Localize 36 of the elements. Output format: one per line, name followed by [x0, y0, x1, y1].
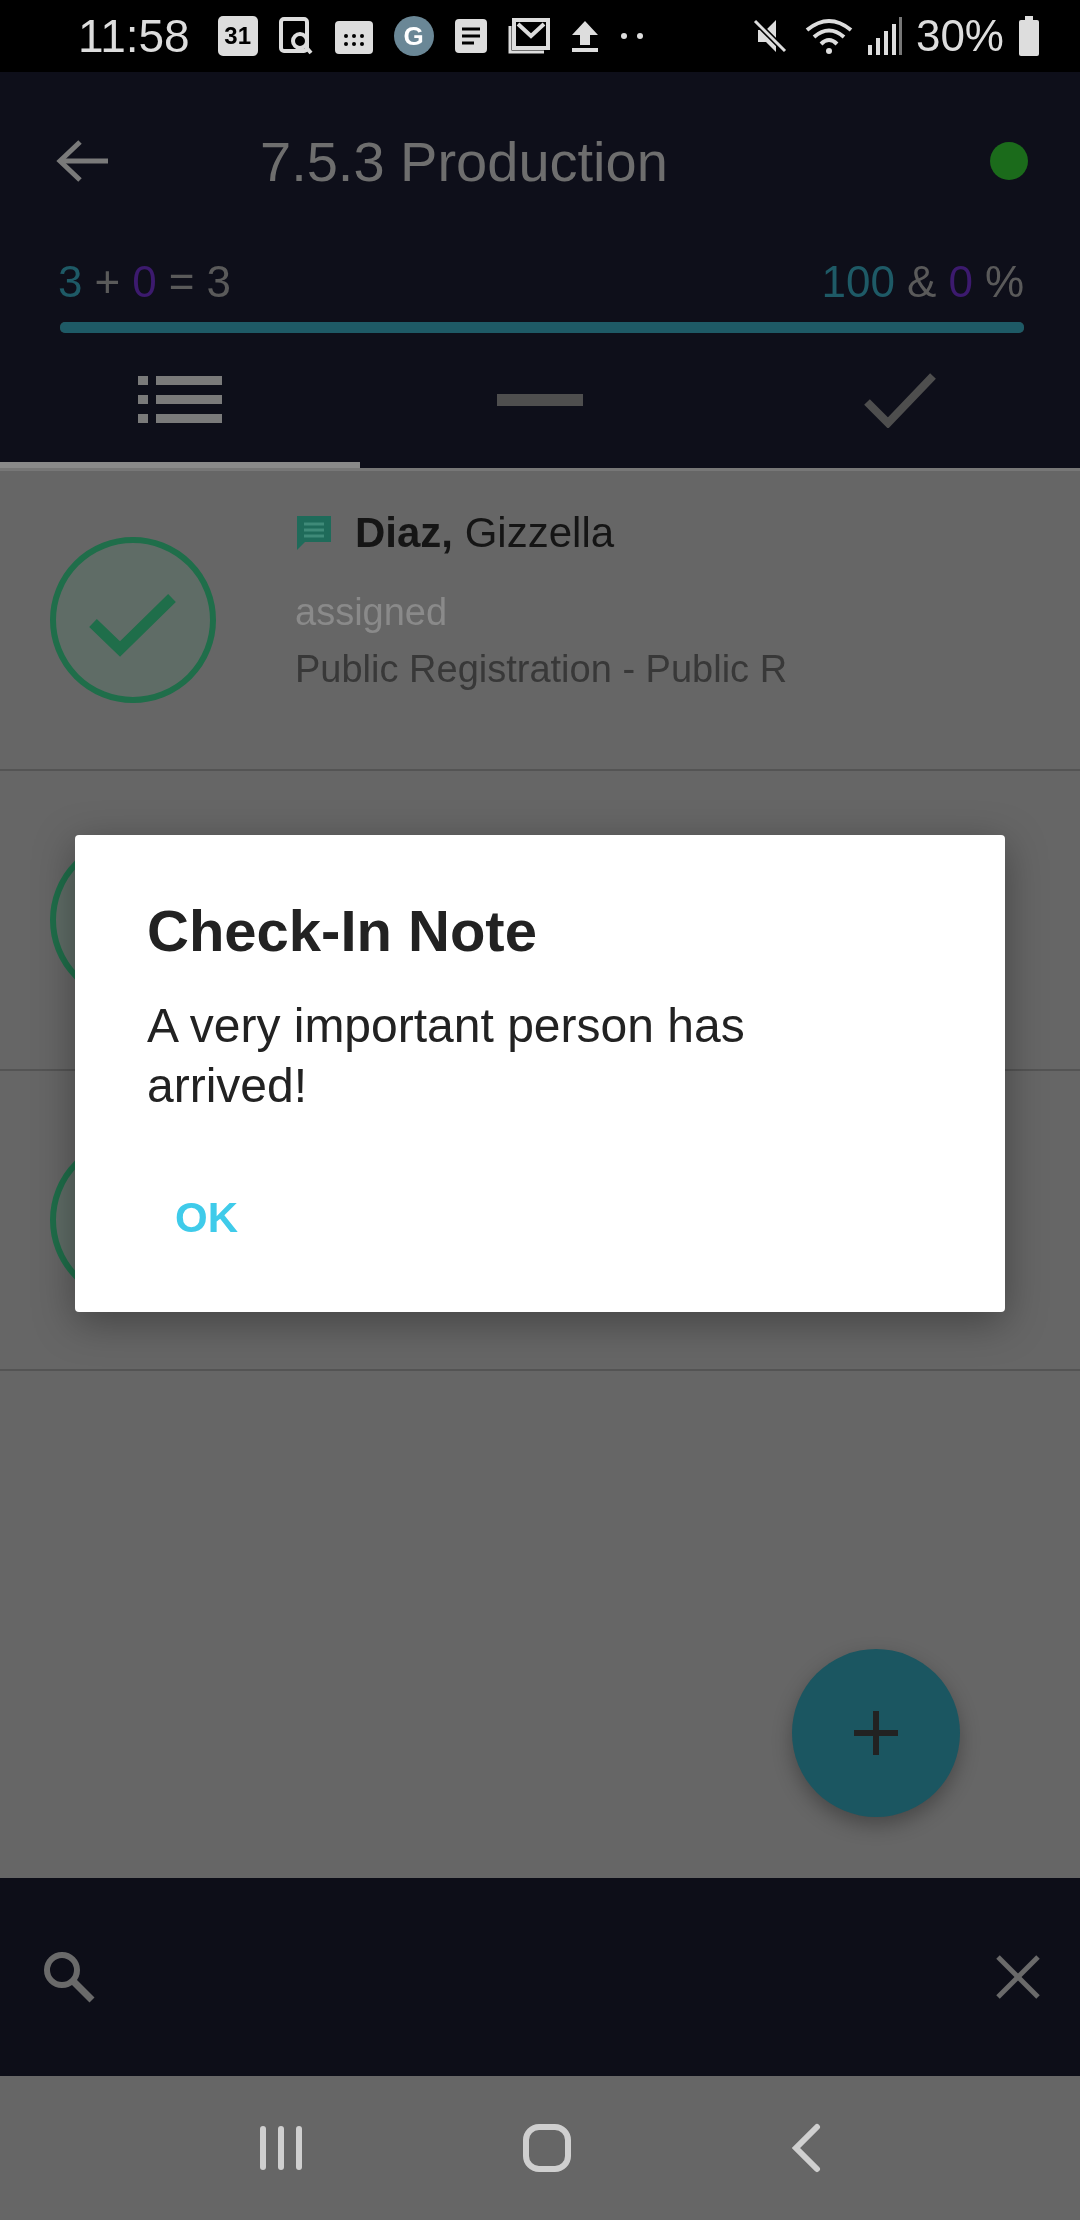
- document-search-icon: [277, 16, 314, 56]
- stat-count: +: [94, 257, 121, 307]
- mail-icon: [507, 18, 550, 54]
- stat-count: 0: [132, 257, 157, 307]
- stat-count: =: [168, 257, 195, 307]
- stat-percent: &: [907, 257, 937, 307]
- stat-count: 3: [206, 257, 231, 307]
- upload-icon: [569, 19, 600, 53]
- recent-apps-icon[interactable]: [259, 2125, 304, 2171]
- stat-percent: 100: [821, 257, 896, 307]
- dialog-message: A very important person has arrived!: [147, 998, 746, 1114]
- battery-percent: 30%: [915, 11, 1004, 61]
- stat-percent: %: [984, 257, 1024, 307]
- minus-icon: [497, 394, 583, 406]
- checked-in-icon[interactable]: [48, 535, 218, 705]
- screen-title: 7.5.3 Production: [260, 128, 669, 194]
- close-icon[interactable]: [996, 1955, 1040, 1999]
- search-icon[interactable]: [42, 1950, 96, 2004]
- wifi-icon: [803, 16, 854, 56]
- stat-count: 3: [58, 257, 83, 307]
- attendee-name: Diaz, Gizzella: [355, 509, 615, 557]
- calendar-icon: 31: [217, 16, 258, 56]
- plus-icon: [854, 1711, 898, 1755]
- document-icon: [453, 18, 488, 54]
- dialog-title: Check-In Note: [147, 897, 538, 964]
- checkmark-icon: [864, 372, 936, 428]
- back-icon[interactable]: [790, 2123, 821, 2173]
- battery-icon: [1018, 16, 1040, 56]
- signal-icon: [867, 17, 902, 55]
- list-icon: [138, 375, 222, 425]
- more-icon: [619, 32, 644, 40]
- stat-percent: 0: [948, 257, 973, 307]
- home-icon[interactable]: [522, 2123, 572, 2173]
- ok-button[interactable]: OK: [147, 1186, 266, 1250]
- gear-icon: G: [393, 16, 434, 56]
- clock-time: 11:58: [78, 9, 190, 63]
